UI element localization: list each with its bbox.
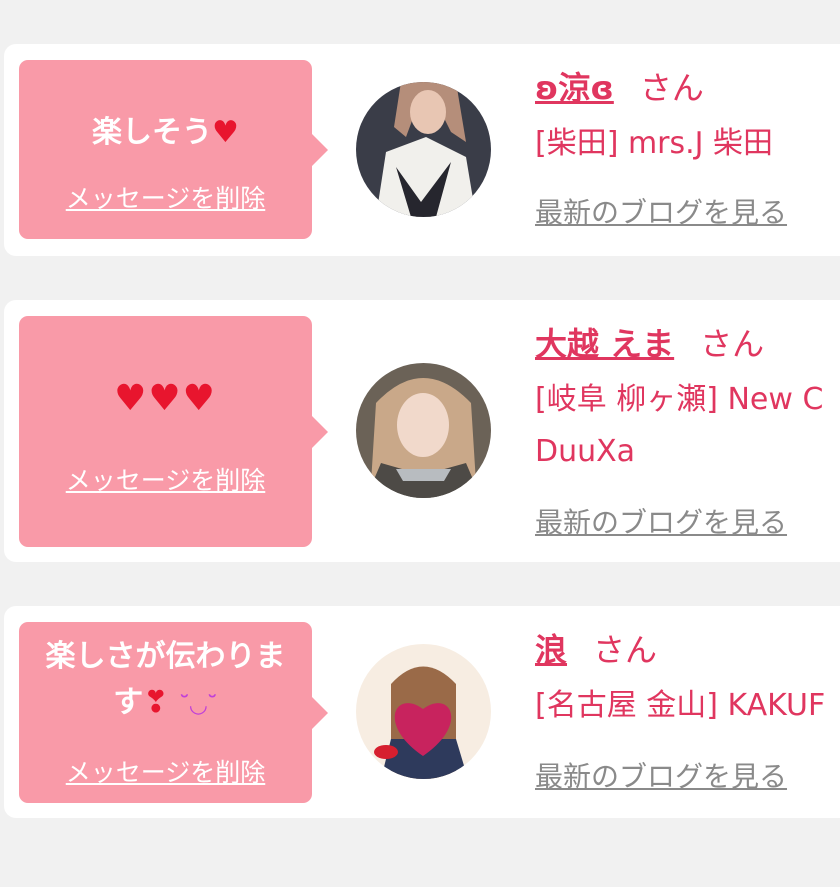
- cast-name-line: 浪さん: [535, 630, 657, 670]
- message-text: 楽しさが伝わりま す❣ ˘◡˘: [45, 639, 286, 720]
- latest-blog-link[interactable]: 最新のブログを見る: [535, 196, 787, 230]
- heart-exclamation-emoji: ❣: [143, 685, 169, 720]
- delete-message-link[interactable]: メッセージを削除: [19, 466, 312, 496]
- honorific: さん: [700, 325, 765, 363]
- honorific: さん: [593, 631, 658, 669]
- shop-info: [柴田] mrs.J 柴田: [535, 126, 774, 161]
- message-bubble: 楽しさが伝わりま す❣ ˘◡˘ メッセージを削除: [19, 622, 328, 803]
- message-bubble: ♥♥♥ メッセージを削除: [19, 316, 328, 547]
- shop-info: [名古屋 金山] KAKUF: [535, 688, 826, 723]
- cast-name-link[interactable]: ʚ涼ɞ: [535, 69, 614, 107]
- avatar[interactable]: [356, 82, 491, 217]
- honorific: さん: [639, 69, 704, 107]
- delete-message-link[interactable]: メッセージを削除: [19, 184, 312, 214]
- message-bubble: 楽しそう♥ メッセージを削除: [19, 60, 328, 239]
- avatar[interactable]: [356, 363, 491, 498]
- avatar[interactable]: [356, 644, 491, 779]
- message-card: 楽しそう♥ メッセージを削除 ʚ涼ɞ さん [柴田] mrs.J 柴田 最新のブロ…: [4, 44, 840, 256]
- message-text: 楽しそう♥: [92, 115, 239, 150]
- cast-name-line: ʚ涼ɞ さん: [535, 68, 704, 108]
- smile-emoji: ˘◡˘: [178, 693, 218, 718]
- latest-blog-link[interactable]: 最新のブログを見る: [535, 760, 787, 794]
- latest-blog-link[interactable]: 最新のブログを見る: [535, 506, 787, 540]
- shop-info: [岐阜 柳ヶ瀬] New C: [535, 382, 824, 417]
- message-card: ♥♥♥ メッセージを削除 大越 えま さん [岐阜 柳ヶ瀬] New C DuuX…: [4, 300, 840, 562]
- message-card: 楽しさが伝わりま す❣ ˘◡˘ メッセージを削除 浪さん [名古屋 金山] KA…: [4, 606, 840, 818]
- cast-name-link[interactable]: 大越 えま: [535, 325, 674, 363]
- message-text: ♥♥♥: [114, 378, 217, 419]
- heart-emoji: ♥: [212, 115, 239, 150]
- shop-info-line2: DuuXa: [535, 434, 636, 469]
- cast-name-line: 大越 えま さん: [535, 324, 764, 364]
- delete-message-link[interactable]: メッセージを削除: [19, 758, 312, 788]
- cast-name-link[interactable]: 浪: [535, 631, 567, 669]
